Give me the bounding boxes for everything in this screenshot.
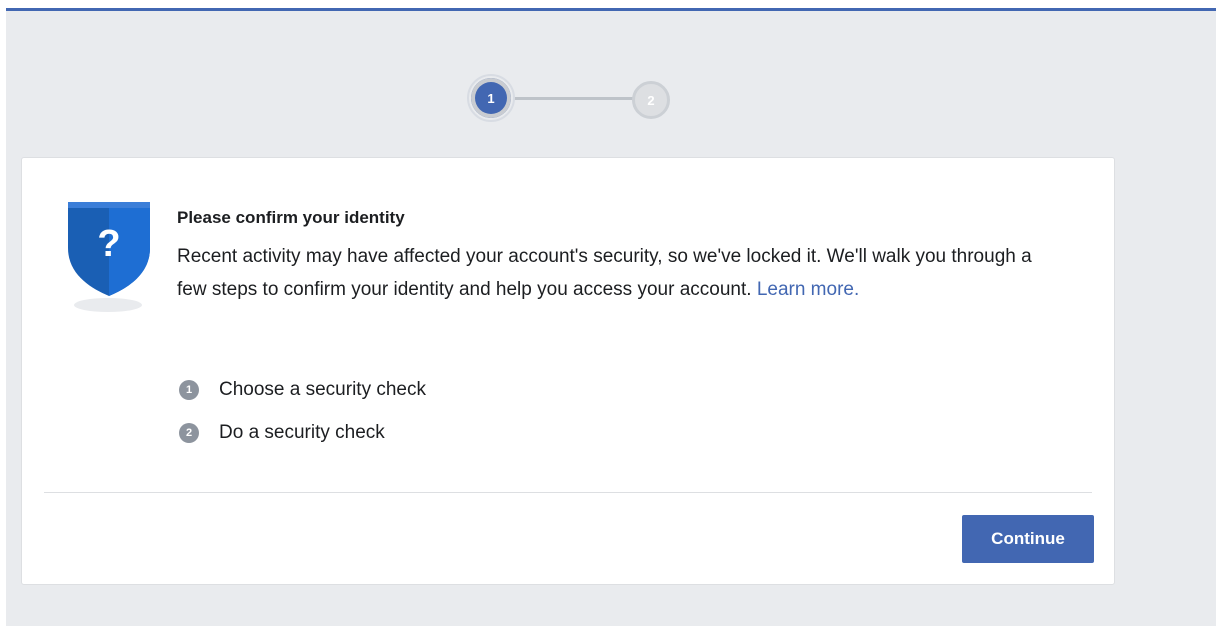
description-text: Recent activity may have affected your a…	[177, 246, 1032, 300]
shield-shadow	[74, 298, 142, 312]
learn-more-link[interactable]: Learn more.	[757, 279, 859, 300]
card-title: Please confirm your identity	[177, 208, 405, 227]
divider	[44, 492, 1092, 493]
stepper-step-2-label: 2	[647, 92, 655, 108]
step-label: Choose a security check	[219, 378, 426, 400]
security-steps-list: 1 Choose a security check 2 Do a securit…	[177, 368, 426, 454]
step-number-badge: 1	[179, 379, 199, 400]
shield-question-icon: ?	[66, 198, 152, 318]
progress-stepper: 1 2	[466, 74, 681, 125]
stepper-step-2: 2	[632, 81, 670, 119]
svg-text:?: ?	[97, 223, 120, 265]
list-item: 2 Do a security check	[177, 411, 426, 454]
step-label: Do a security check	[219, 421, 385, 443]
identity-confirmation-card: ? Please confirm your identity Recent ac…	[21, 157, 1115, 585]
list-item: 1 Choose a security check	[177, 368, 426, 411]
step-number-badge: 2	[179, 422, 199, 443]
stepper-connector	[511, 97, 636, 100]
page-background: 1 2 ? Please confirm your identity Recen…	[6, 8, 1216, 626]
stepper-step-1: 1	[467, 74, 515, 122]
continue-button[interactable]: Continue	[962, 515, 1094, 563]
card-description: Recent activity may have affected your a…	[177, 240, 1057, 306]
stepper-step-1-label: 1	[487, 90, 495, 106]
